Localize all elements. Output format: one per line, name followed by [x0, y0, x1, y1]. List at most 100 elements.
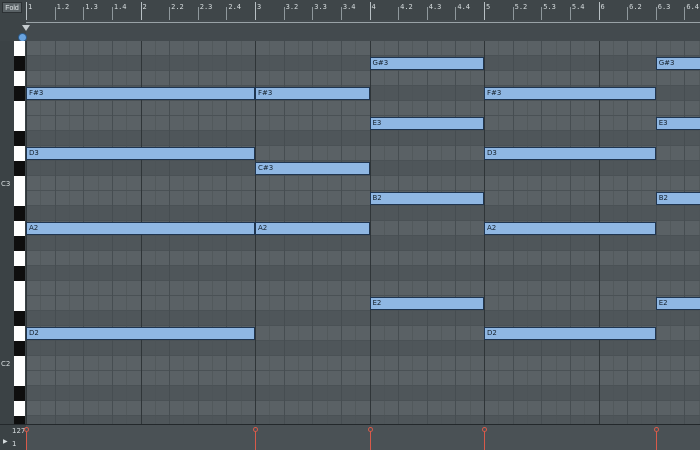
ruler-label: 6.2: [629, 3, 642, 11]
ruler-label: 1.4: [113, 3, 127, 11]
octave-label: C2: [1, 360, 11, 368]
midi-note[interactable]: B2: [369, 192, 484, 205]
midi-note[interactable]: E2: [655, 297, 700, 310]
white-key[interactable]: [14, 221, 25, 236]
loop-strip[interactable]: [22, 20, 700, 42]
white-key[interactable]: [14, 176, 25, 191]
loop-brace[interactable]: [26, 22, 700, 30]
octave-label: C3: [1, 180, 11, 188]
white-key[interactable]: [14, 146, 25, 161]
beat-line: [455, 41, 457, 424]
ruler-tick: [54, 7, 56, 20]
ruler-tick: [283, 7, 285, 20]
midi-note[interactable]: C#3: [255, 162, 370, 175]
midi-note[interactable]: G#3: [655, 57, 700, 70]
white-key[interactable]: [14, 101, 25, 116]
ruler-tick: [340, 7, 342, 20]
midi-note[interactable]: F#3: [484, 87, 656, 100]
black-key[interactable]: [14, 236, 25, 251]
ruler-tick: [455, 7, 457, 20]
velocity-handle[interactable]: [482, 427, 487, 432]
ruler-label: 1.3: [85, 3, 98, 11]
velocity-stem[interactable]: [369, 429, 371, 450]
midi-note[interactable]: D2: [484, 327, 656, 340]
midi-note[interactable]: E3: [655, 117, 700, 130]
ruler-label: 3.4: [342, 3, 356, 11]
midi-note[interactable]: F#3: [26, 87, 255, 100]
sub-beat-line: [441, 41, 443, 424]
velocity-lane[interactable]: [24, 424, 700, 450]
black-key[interactable]: [14, 86, 25, 101]
velocity-expand-icon[interactable]: ▶: [3, 438, 8, 445]
white-key[interactable]: [14, 251, 25, 266]
piano-keyboard[interactable]: C3 C2: [0, 41, 27, 431]
velocity-stem[interactable]: [655, 429, 657, 450]
timeline-ruler[interactable]: 1 1.2 1.3 1.4 2 2.2 2.3 2.4 3 3.2 3.3 3.4 4 4.2 4.3 4.4…: [26, 0, 700, 21]
midi-note[interactable]: E3: [369, 117, 484, 130]
white-key[interactable]: [14, 296, 25, 311]
white-key[interactable]: [14, 71, 25, 86]
fold-button[interactable]: Fold: [2, 2, 22, 13]
ruler-label: 3.2: [285, 3, 299, 11]
note-grid[interactable]: G#3 G#3 F#3 F#3 F#3 E3 E3 D3 D3 C#3 B2 B2 A2 A2 A2 E2 E2…: [26, 41, 700, 424]
velocity-stem[interactable]: [255, 429, 256, 450]
midi-note[interactable]: A2: [26, 222, 255, 235]
midi-note[interactable]: E2: [369, 297, 484, 310]
ruler-tick: [598, 2, 600, 20]
ruler-label: 1.2: [56, 3, 70, 11]
velocity-handle[interactable]: [24, 427, 29, 432]
sub-beat-line: [469, 41, 471, 424]
sub-beat-line: [383, 41, 385, 424]
playhead-marker-icon[interactable]: [22, 25, 30, 31]
velocity-handle[interactable]: [367, 427, 373, 432]
beat-line: [655, 41, 657, 424]
white-key[interactable]: [14, 116, 25, 131]
ruler-tick: [83, 7, 85, 20]
ruler-tick: [541, 7, 543, 20]
midi-note[interactable]: D2: [26, 327, 255, 340]
white-key[interactable]: [14, 281, 25, 296]
white-key[interactable]: [14, 371, 25, 386]
ruler-label: 2.2: [171, 3, 184, 11]
ruler-tick: [398, 7, 400, 20]
black-key[interactable]: [14, 386, 25, 401]
midi-note[interactable]: F#3: [255, 87, 370, 100]
ruler-label: 2.3: [199, 3, 213, 11]
ruler-tick: [169, 7, 171, 20]
midi-note[interactable]: D3: [26, 147, 255, 160]
ruler-label: 5: [486, 3, 491, 11]
white-key[interactable]: [14, 191, 25, 206]
black-key[interactable]: [14, 131, 25, 146]
white-key[interactable]: [14, 326, 25, 341]
midi-note[interactable]: G#3: [369, 57, 484, 70]
ruler-label: 3.3: [314, 3, 327, 11]
velocity-stem[interactable]: [484, 429, 485, 450]
black-key[interactable]: [14, 56, 25, 71]
velocity-header: 127 1 ▶: [0, 424, 26, 450]
black-key[interactable]: [14, 206, 25, 221]
black-key[interactable]: [14, 341, 25, 356]
midi-note[interactable]: A2: [484, 222, 656, 235]
ruler-tick: [226, 7, 228, 20]
ruler-label: 5.3: [543, 3, 556, 11]
velocity-stem[interactable]: [26, 429, 27, 450]
white-key[interactable]: [14, 401, 25, 416]
ruler-label: 2: [142, 3, 147, 11]
black-key[interactable]: [14, 161, 25, 176]
ruler-tick: [569, 7, 571, 20]
midi-note[interactable]: A2: [255, 222, 370, 235]
velocity-handle[interactable]: [653, 427, 659, 432]
white-key[interactable]: [14, 356, 25, 371]
ruler-tick: [111, 7, 113, 20]
white-key[interactable]: [14, 41, 25, 56]
velocity-handle[interactable]: [253, 427, 258, 432]
midi-note[interactable]: D3: [484, 147, 656, 160]
midi-note[interactable]: B2: [655, 192, 700, 205]
black-key[interactable]: [14, 311, 25, 326]
ruler-label: 6.4: [686, 3, 700, 11]
ruler-tick: [369, 2, 371, 20]
ruler-tick: [512, 7, 514, 20]
black-key[interactable]: [14, 266, 25, 281]
ruler-tick: [684, 7, 686, 20]
ruler-label: 5.4: [571, 3, 585, 11]
